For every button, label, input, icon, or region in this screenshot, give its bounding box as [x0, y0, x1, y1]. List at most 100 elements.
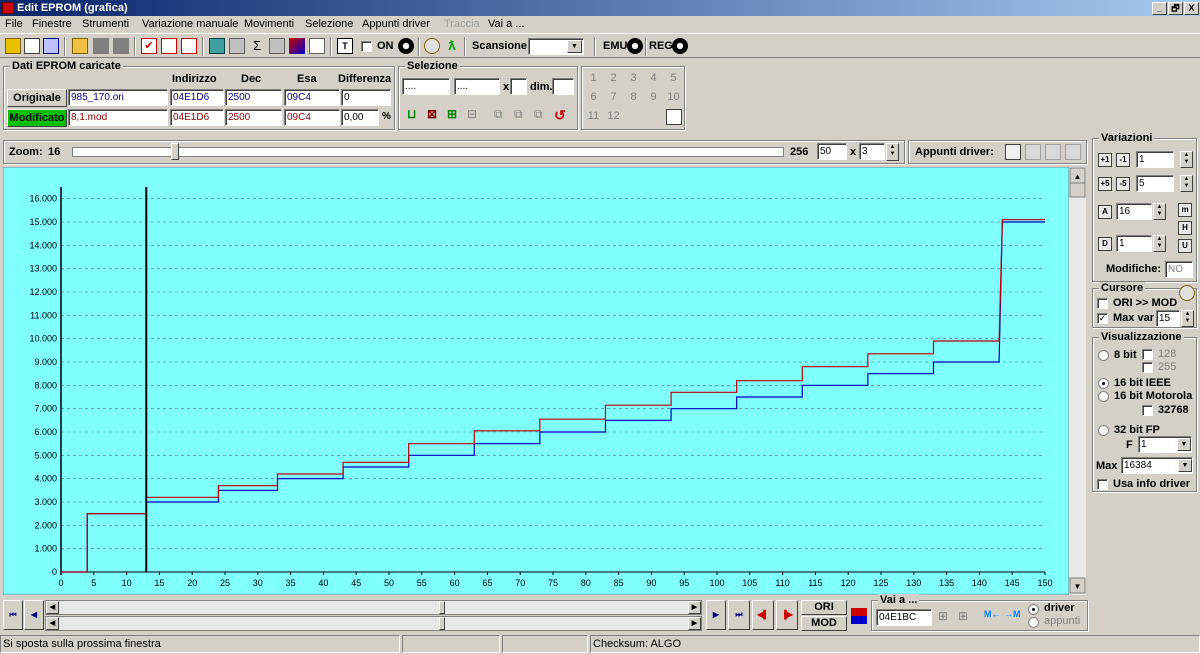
last-button[interactable]: ⏭ [728, 600, 750, 630]
menu-strumenti[interactable]: Strumenti [82, 16, 129, 33]
var-d-spinner[interactable]: ▲ ▼ [1153, 235, 1166, 252]
graph-panel[interactable]: 0 1.000 2.000 3.000 4.000 5.000 6.000 7.000 8.00… [3, 167, 1086, 595]
edit-icon[interactable] [229, 38, 245, 54]
vscroll-thumb[interactable] [1069, 182, 1086, 198]
var-u-icon[interactable]: U [1178, 239, 1192, 253]
var-step2-spinner[interactable]: ▲ ▼ [1180, 175, 1193, 192]
num-6[interactable]: 6 [584, 88, 603, 106]
home-icon[interactable] [5, 38, 21, 54]
var-d-field[interactable]: 1 [1116, 235, 1152, 252]
menu-vai-a[interactable]: Vai a ... [488, 16, 524, 33]
mem-right-icon[interactable]: →M [1004, 609, 1021, 625]
zoom-thumb[interactable] [171, 143, 179, 160]
ori-mod-checkbox[interactable] [1097, 298, 1108, 309]
f-dropdown-arrow[interactable]: ▼ [1177, 438, 1191, 451]
var-down5-icon[interactable]: -5 [1116, 177, 1130, 191]
reset-icon[interactable] [181, 38, 197, 54]
mem-left-icon[interactable]: M← [984, 609, 1001, 625]
motorola-radio[interactable] [1098, 391, 1109, 402]
vai-a-field[interactable]: 04E1BC [876, 609, 932, 626]
menu-movimenti[interactable]: Movimenti [244, 16, 294, 33]
window-icon[interactable] [43, 38, 59, 54]
ori-scroll-right[interactable]: ▶ [688, 601, 701, 614]
cursor-lock-icon[interactable] [1179, 285, 1195, 301]
ori-button[interactable]: ORI [801, 600, 847, 615]
128-checkbox[interactable] [1142, 349, 1153, 360]
next-button[interactable]: ▶ [706, 600, 726, 630]
zoom-value-field[interactable]: 50 [817, 143, 847, 160]
mod-button[interactable]: MOD [801, 616, 847, 631]
var-up1-icon[interactable]: +1 [1098, 153, 1112, 167]
num-12[interactable]: 12 [604, 107, 623, 125]
sigma-icon[interactable]: Σ [249, 38, 265, 54]
num-1[interactable]: 1 [584, 69, 603, 87]
open-folder-icon[interactable] [72, 38, 88, 54]
ieee-radio[interactable] [1098, 378, 1109, 389]
mod-scroll-right[interactable]: ▶ [688, 617, 701, 630]
text-icon[interactable]: T [337, 38, 353, 54]
table-icon[interactable] [209, 38, 225, 54]
mod-hscrollbar[interactable] [45, 616, 702, 631]
num-3[interactable]: 3 [624, 69, 643, 87]
var-a-field[interactable]: 16 [1116, 203, 1152, 220]
check-icon[interactable]: ✔ [141, 38, 157, 54]
sel-left-icon[interactable]: ⊔ [407, 107, 423, 123]
max-dropdown-arrow[interactable]: ▼ [1178, 459, 1192, 472]
compare-icon[interactable] [161, 38, 177, 54]
orig-esa-field[interactable]: 09C4 [284, 89, 340, 106]
orig-diff-field[interactable]: 0 [341, 89, 391, 106]
lock-icon[interactable] [424, 38, 440, 54]
var-step1-field[interactable]: 1 [1136, 151, 1174, 168]
32768-checkbox[interactable] [1142, 405, 1153, 416]
ori-scroll-left[interactable]: ◀ [46, 601, 59, 614]
on-checkbox[interactable] [361, 41, 372, 52]
mod-scroll-thumb[interactable] [439, 617, 445, 630]
prev-button[interactable]: ◀ [24, 600, 44, 630]
swap-icon[interactable] [851, 608, 867, 624]
selection-x-field[interactable] [510, 78, 527, 95]
num-4[interactable]: 4 [644, 69, 663, 87]
num-7[interactable]: 7 [604, 88, 623, 106]
refresh-icon[interactable]: ↺ [554, 107, 570, 123]
next-diff-button[interactable]: ▐▶ [776, 600, 798, 630]
sel-cross-icon[interactable]: ⊠ [427, 107, 443, 123]
num-2[interactable]: 2 [604, 69, 623, 87]
minimize-button[interactable]: _ [1152, 2, 1167, 15]
clip-copy-icon[interactable] [1005, 144, 1021, 160]
save-all-icon[interactable] [113, 38, 129, 54]
var-a-spinner[interactable]: ▲ ▼ [1153, 203, 1166, 220]
num-9[interactable]: 9 [644, 88, 663, 106]
modificato-button[interactable]: Modificato [7, 109, 67, 127]
var-m-icon[interactable]: m [1178, 203, 1192, 217]
emu-indicator-icon[interactable] [627, 38, 643, 54]
mod-diff-field[interactable]: 0,00 [341, 109, 379, 126]
usa-info-checkbox[interactable] [1097, 479, 1108, 490]
menu-appunti-driver[interactable]: Appunti driver [362, 16, 430, 33]
var-up5-icon[interactable]: +5 [1098, 177, 1112, 191]
graph-icon[interactable] [309, 38, 325, 54]
driver-radio[interactable] [1028, 604, 1039, 615]
windows-icon[interactable] [24, 38, 40, 54]
var-h-icon[interactable]: H [1178, 221, 1192, 235]
ori-scroll-thumb[interactable] [439, 601, 445, 614]
mod-scroll-left[interactable]: ◀ [46, 617, 59, 630]
orig-address-field[interactable]: 04E1D6 [170, 89, 224, 106]
var-step2-field[interactable]: 5 [1136, 175, 1174, 192]
var-step1-spinner[interactable]: ▲ ▼ [1180, 151, 1193, 168]
reg-indicator-icon[interactable] [672, 38, 688, 54]
var-a-icon[interactable]: A [1098, 205, 1112, 219]
calc-icon[interactable] [666, 109, 682, 125]
num-5[interactable]: 5 [664, 69, 683, 87]
dim-field[interactable] [552, 78, 574, 95]
orig-file-field[interactable]: 985_170.ori [68, 89, 168, 106]
num-11[interactable]: 11 [584, 107, 603, 125]
zoom-mult-spinner[interactable]: ▲ ▼ [886, 143, 899, 161]
selection-from-field[interactable]: .... [402, 78, 450, 95]
print-icon[interactable] [269, 38, 285, 54]
var-d-icon[interactable]: D [1098, 237, 1112, 251]
prev-diff-button[interactable]: ◀▌ [752, 600, 774, 630]
var-down1-icon[interactable]: -1 [1116, 153, 1130, 167]
color-icon[interactable] [289, 38, 305, 54]
maximize-button[interactable]: 🗗 [1168, 2, 1183, 15]
menu-selezione[interactable]: Selezione [305, 16, 353, 33]
